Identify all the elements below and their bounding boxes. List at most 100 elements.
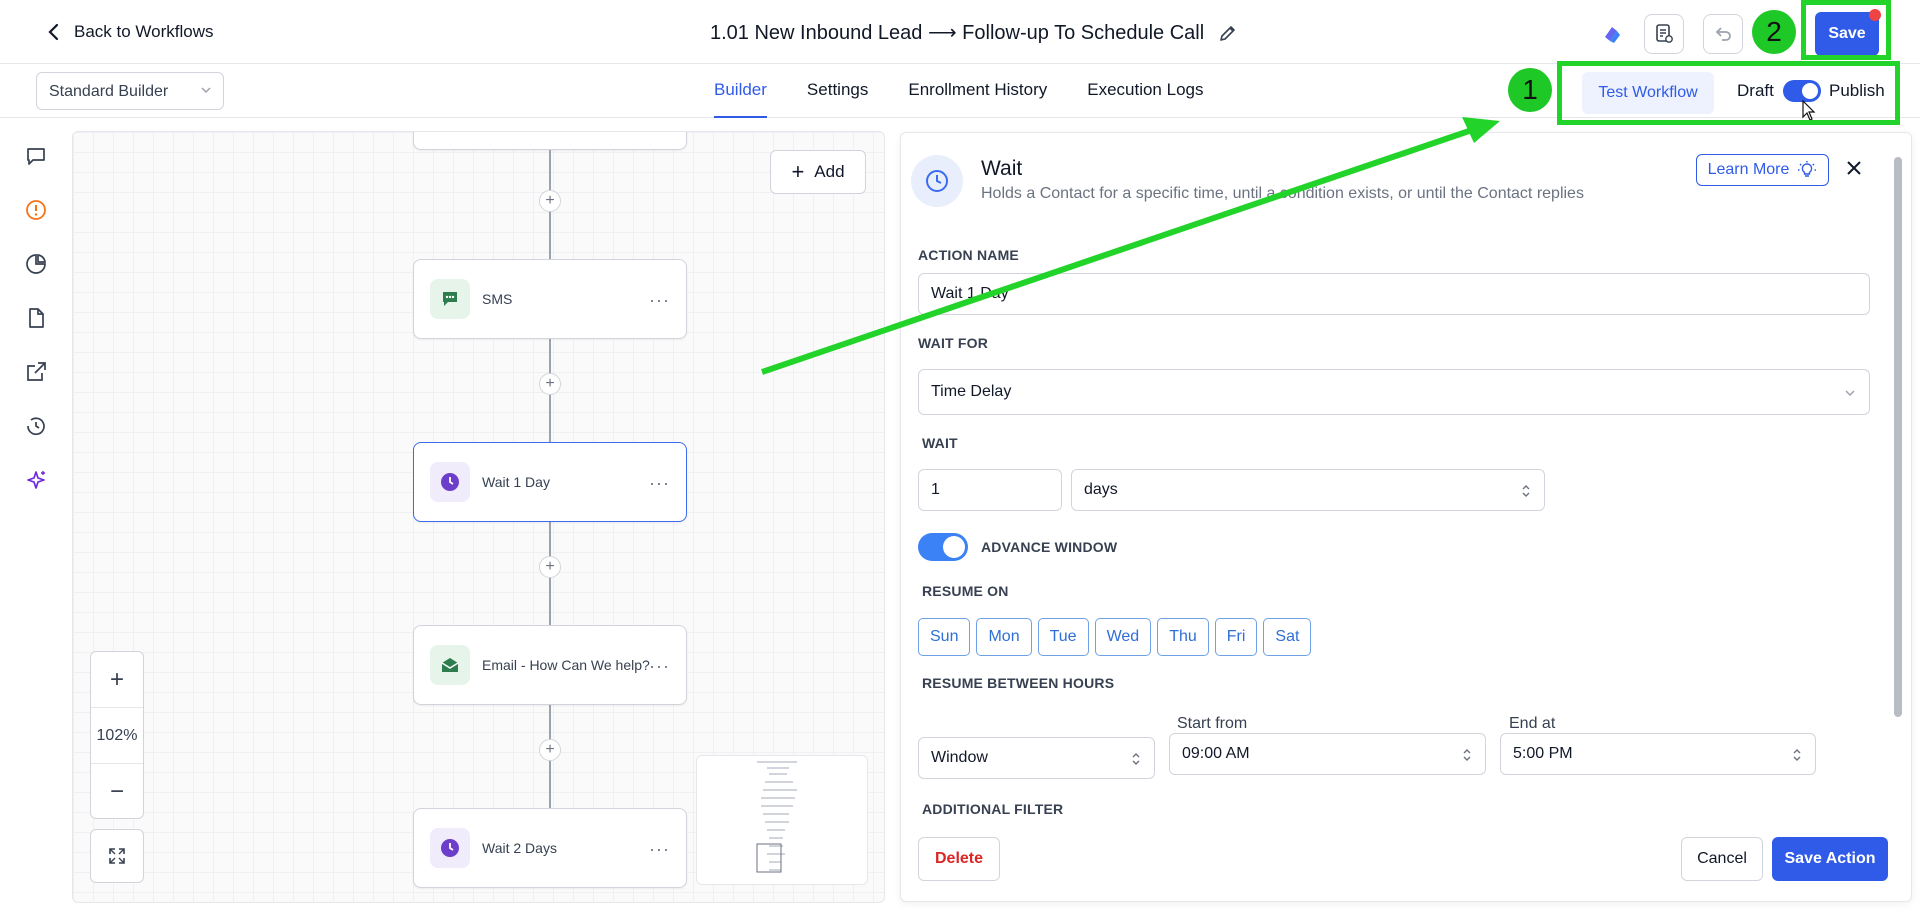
document-icon[interactable]: [24, 306, 48, 330]
additional-filter-label: ADDITIONAL FILTER: [922, 801, 1064, 817]
save-action-button[interactable]: Save Action: [1772, 837, 1888, 881]
add-step-icon[interactable]: +: [539, 373, 561, 395]
up-down-chevron-icon: [1463, 749, 1471, 761]
more-options-icon[interactable]: ···: [649, 839, 670, 860]
wait-for-label: WAIT FOR: [918, 335, 989, 351]
tab-enrollment-history[interactable]: Enrollment History: [908, 80, 1047, 118]
add-step-icon[interactable]: +: [539, 190, 561, 212]
window-value: Window: [931, 749, 988, 766]
comment-icon[interactable]: [24, 144, 48, 168]
wait-unit-select[interactable]: days: [1071, 469, 1545, 511]
advance-window-toggle[interactable]: [918, 533, 968, 561]
clock-icon: [430, 462, 470, 502]
node-label: Wait 2 Days: [482, 840, 557, 856]
resume-hours-label: RESUME BETWEEN HOURS: [922, 675, 1115, 691]
learn-more-label: Learn More: [1707, 161, 1790, 178]
end-time-select[interactable]: 5:00 PM: [1500, 733, 1816, 775]
end-at-label: End at: [1509, 715, 1556, 732]
more-options-icon[interactable]: ···: [649, 290, 670, 311]
back-label: Back to Workflows: [74, 22, 214, 41]
tab-list: Builder Settings Enrollment History Exec…: [714, 80, 1203, 118]
highlight-box-save: [1801, 0, 1891, 60]
minimap[interactable]: [696, 755, 868, 885]
panel-title: Wait: [981, 157, 1023, 180]
cancel-button[interactable]: Cancel: [1681, 837, 1763, 881]
day-thu[interactable]: Thu: [1157, 618, 1209, 656]
sparkle-icon[interactable]: [24, 468, 48, 492]
clock-icon: [911, 155, 963, 207]
report-icon[interactable]: [1644, 14, 1684, 54]
chevron-left-icon: [48, 23, 59, 41]
up-down-chevron-icon: [1793, 749, 1801, 761]
wait-amount-input[interactable]: 1: [918, 469, 1062, 511]
up-down-chevron-icon: [1522, 485, 1530, 497]
end-time-value: 5:00 PM: [1513, 745, 1573, 762]
workflow-node-wait-2-days[interactable]: Wait 2 Days ···: [413, 808, 687, 888]
external-link-icon[interactable]: [24, 360, 48, 384]
window-select[interactable]: Window: [918, 737, 1155, 779]
wait-unit-value: days: [1084, 481, 1118, 498]
workflow-node-email[interactable]: Email - How Can We help? ···: [413, 625, 687, 705]
undo-icon[interactable]: [1703, 14, 1743, 54]
email-icon: [430, 645, 470, 685]
wait-for-select[interactable]: Time Delay: [918, 369, 1870, 415]
builder-select-value: Standard Builder: [49, 83, 169, 100]
more-options-icon[interactable]: ···: [649, 656, 670, 677]
day-fri[interactable]: Fri: [1214, 618, 1258, 656]
builder-select[interactable]: Standard Builder: [36, 72, 224, 110]
add-step-icon[interactable]: +: [539, 739, 561, 761]
start-from-label: Start from: [1177, 715, 1248, 732]
pie-chart-icon[interactable]: [24, 252, 48, 276]
wait-label: WAIT: [922, 435, 958, 451]
advance-window-label: ADVANCE WINDOW: [981, 539, 1118, 555]
node-label: Wait 1 Day: [482, 474, 550, 490]
action-panel: Wait Holds a Contact for a specific time…: [900, 132, 1912, 902]
add-step-icon[interactable]: +: [539, 556, 561, 578]
add-label: Add: [814, 162, 845, 181]
day-wed[interactable]: Wed: [1094, 618, 1152, 656]
workflow-title: 1.01 New Inbound Lead ⟶ Follow-up To Sch…: [710, 20, 1238, 45]
history-icon[interactable]: [24, 414, 48, 438]
workflow-canvas[interactable]: + SMS ··· + Wait 1 Day ··· + Email - How…: [72, 131, 885, 903]
zoom-controls: + 102% −: [90, 651, 144, 819]
zoom-in-button[interactable]: +: [91, 652, 143, 708]
node-label: SMS: [482, 291, 513, 307]
close-icon[interactable]: [1841, 155, 1867, 181]
resume-on-label: RESUME ON: [922, 583, 1009, 599]
add-button[interactable]: + Add: [770, 150, 866, 194]
wait-amount-value: 1: [931, 481, 940, 498]
more-options-icon[interactable]: ···: [649, 473, 670, 494]
action-name-label: ACTION NAME: [918, 247, 1019, 263]
node-label: Email - How Can We help?: [482, 657, 650, 673]
pencil-icon[interactable]: [1218, 23, 1238, 43]
workflow-title-text: 1.01 New Inbound Lead ⟶ Follow-up To Sch…: [710, 22, 1205, 44]
workflow-node-wait-1-day[interactable]: Wait 1 Day ···: [413, 442, 687, 522]
back-to-workflows-link[interactable]: Back to Workflows: [44, 22, 214, 42]
day-mon[interactable]: Mon: [976, 618, 1032, 656]
left-rail: [0, 118, 70, 912]
annotation-badge-2: 2: [1752, 10, 1796, 54]
chevron-down-icon: [1845, 390, 1855, 397]
app-logo-icon[interactable]: [1592, 14, 1632, 54]
workflow-node-sms[interactable]: SMS ···: [413, 259, 687, 339]
zoom-out-button[interactable]: −: [91, 764, 143, 820]
wait-for-value: Time Delay: [931, 383, 1012, 400]
day-sun[interactable]: Sun: [918, 618, 971, 656]
day-tue[interactable]: Tue: [1037, 618, 1089, 656]
lightbulb-icon: [1798, 161, 1817, 177]
up-down-chevron-icon: [1132, 753, 1140, 765]
start-time-select[interactable]: 09:00 AM: [1169, 733, 1486, 775]
learn-more-button[interactable]: Learn More: [1696, 154, 1829, 186]
action-name-input[interactable]: Wait 1 Day: [918, 273, 1870, 315]
workflow-node-partial[interactable]: [413, 132, 687, 150]
action-name-value: Wait 1 Day: [931, 285, 1009, 302]
day-sat[interactable]: Sat: [1263, 618, 1312, 656]
alert-icon[interactable]: [24, 198, 48, 222]
scrollbar-thumb[interactable]: [1894, 157, 1902, 717]
delete-button[interactable]: Delete: [918, 837, 1000, 881]
plus-icon: +: [791, 159, 805, 184]
fit-view-button[interactable]: [90, 829, 144, 883]
tab-execution-logs[interactable]: Execution Logs: [1087, 80, 1203, 118]
tab-builder[interactable]: Builder: [714, 80, 767, 118]
tab-settings[interactable]: Settings: [807, 80, 868, 118]
